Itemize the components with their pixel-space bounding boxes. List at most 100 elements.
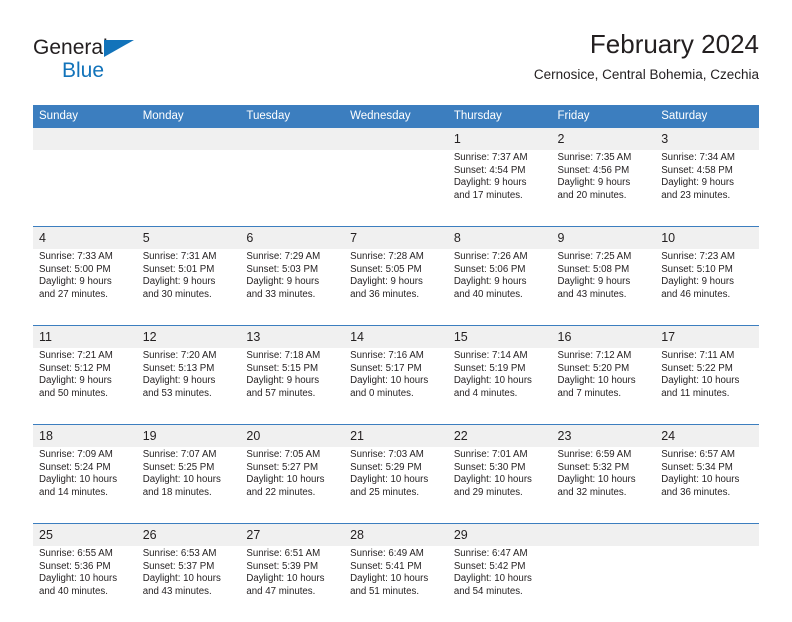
day-number-cell[interactable]: 4: [33, 227, 137, 249]
day-number-cell[interactable]: 7: [344, 227, 448, 249]
day-detail-cell[interactable]: Sunrise: 6:55 AM Sunset: 5:36 PM Daylight:…: [33, 546, 137, 612]
day-detail-cell[interactable]: Sunrise: 7:26 AM Sunset: 5:06 PM Daylight:…: [447, 249, 552, 315]
day-number-cell[interactable]: 29: [447, 524, 552, 546]
sunrise-text: Sunrise: 7:20 AM: [142, 350, 217, 361]
day-detail-cell[interactable]: Sunrise: 7:03 AM Sunset: 5:29 PM Daylight:…: [344, 447, 448, 513]
day-detail-cell[interactable]: Sunrise: 7:05 AM Sunset: 5:27 PM Daylight:…: [240, 447, 345, 513]
daylight-text-line1: Daylight: 10 hours: [246, 573, 325, 585]
sunset-text: Sunset: 5:19 PM: [453, 362, 526, 374]
sunrise-text: Sunrise: 6:47 AM: [453, 548, 528, 559]
brand-logo[interactable]: General Blue: [33, 36, 233, 92]
day-number-cell[interactable]: 16: [551, 326, 656, 348]
day-number-cell[interactable]: 6: [240, 227, 345, 249]
day-detail-cell[interactable]: Sunrise: 6:51 AM Sunset: 5:39 PM Daylight:…: [240, 546, 345, 612]
daylight-text-line1: Daylight: 9 hours: [557, 276, 631, 288]
day-detail-cell[interactable]: Sunrise: 7:35 AM Sunset: 4:56 PM Daylight:…: [551, 150, 656, 216]
day-detail-cell[interactable]: Sunrise: 7:20 AM Sunset: 5:13 PM Daylight:…: [136, 348, 241, 414]
title-block: February 2024 Cernosice, Central Bohemia…: [534, 28, 759, 85]
day-number-cell[interactable]: 12: [136, 326, 241, 348]
sunrise-text: Sunrise: 7:34 AM: [661, 152, 735, 163]
sunset-text: Sunset: 5:32 PM: [557, 461, 630, 473]
daylight-text-line1: Daylight: 10 hours: [557, 474, 636, 486]
day-detail-row: Sunrise: 6:55 AM Sunset: 5:36 PM Daylight:…: [33, 546, 759, 612]
day-number-cell[interactable]: 25: [33, 524, 137, 546]
day-detail-cell[interactable]: Sunrise: 7:01 AM Sunset: 5:30 PM Daylight:…: [447, 447, 552, 513]
sunset-text: Sunset: 5:10 PM: [661, 263, 733, 275]
day-detail-cell[interactable]: Sunrise: 6:47 AM Sunset: 5:42 PM Daylight:…: [447, 546, 552, 612]
day-detail-cell[interactable]: Sunrise: 7:07 AM Sunset: 5:25 PM Daylight:…: [136, 447, 241, 513]
week-spacer-cell: [33, 612, 759, 622]
day-number-cell[interactable]: 20: [240, 425, 345, 447]
day-number-cell[interactable]: 8: [447, 227, 552, 249]
day-number-cell[interactable]: 26: [136, 524, 241, 546]
day-detail-cell[interactable]: Sunrise: 7:18 AM Sunset: 5:15 PM Daylight:…: [240, 348, 345, 414]
page-header: General Blue February 2024 Cernosice, Ce…: [33, 28, 759, 96]
daylight-text-line1: Daylight: 10 hours: [453, 474, 532, 486]
daylight-text-line1: Daylight: 10 hours: [246, 474, 325, 486]
daylight-text-line1: Daylight: 10 hours: [350, 573, 429, 585]
day-number-cell[interactable]: 24: [655, 425, 759, 447]
day-detail-cell[interactable]: Sunrise: 7:11 AM Sunset: 5:22 PM Daylight:…: [655, 348, 759, 414]
day-number-cell[interactable]: 17: [655, 326, 759, 348]
weekday-header-sunday: Sunday: [33, 105, 137, 128]
day-number-cell[interactable]: 11: [33, 326, 137, 348]
day-detail-cell-empty: [655, 546, 759, 612]
daylight-text-line1: Daylight: 9 hours: [246, 276, 320, 288]
day-number-cell[interactable]: 14: [344, 326, 448, 348]
week-spacer-cell: [33, 513, 759, 523]
day-detail-cell[interactable]: Sunrise: 7:31 AM Sunset: 5:01 PM Daylight:…: [136, 249, 241, 315]
day-detail-cell[interactable]: Sunrise: 6:49 AM Sunset: 5:41 PM Daylight:…: [344, 546, 448, 612]
day-number-cell[interactable]: 27: [240, 524, 345, 546]
daylight-text-line1: Daylight: 9 hours: [453, 276, 527, 288]
day-number-cell[interactable]: 10: [655, 227, 759, 249]
sunset-text: Sunset: 5:22 PM: [661, 362, 733, 374]
daylight-text-line1: Daylight: 9 hours: [142, 375, 216, 387]
day-number-cell[interactable]: 19: [136, 425, 241, 447]
day-number-cell[interactable]: 18: [33, 425, 137, 447]
day-detail-cell[interactable]: Sunrise: 7:25 AM Sunset: 5:08 PM Daylight:…: [551, 249, 656, 315]
day-detail-cell[interactable]: Sunrise: 7:29 AM Sunset: 5:03 PM Daylight:…: [240, 249, 345, 315]
day-detail-cell[interactable]: Sunrise: 6:57 AM Sunset: 5:34 PM Daylight:…: [655, 447, 759, 513]
day-number-cell[interactable]: 5: [136, 227, 241, 249]
day-detail-cell[interactable]: Sunrise: 6:59 AM Sunset: 5:32 PM Daylight:…: [551, 447, 656, 513]
day-detail-cell[interactable]: Sunrise: 7:33 AM Sunset: 5:00 PM Daylight:…: [33, 249, 137, 315]
sunrise-text: Sunrise: 7:25 AM: [557, 251, 632, 262]
daylight-text-line2: and 46 minutes.: [661, 288, 731, 300]
day-detail-cell[interactable]: Sunrise: 7:23 AM Sunset: 5:10 PM Daylight:…: [655, 249, 759, 315]
day-number-cell[interactable]: 23: [551, 425, 656, 447]
day-detail-cell[interactable]: Sunrise: 7:34 AM Sunset: 4:58 PM Daylight:…: [655, 150, 759, 216]
day-number-row: 25 26 27 28 29: [33, 524, 759, 546]
day-detail-cell-empty: [240, 150, 345, 216]
day-number-cell[interactable]: 21: [344, 425, 448, 447]
day-detail-cell-empty: [551, 546, 656, 612]
sunset-text: Sunset: 5:00 PM: [39, 263, 111, 275]
day-detail-cell[interactable]: Sunrise: 7:09 AM Sunset: 5:24 PM Daylight:…: [33, 447, 137, 513]
day-number-cell[interactable]: 28: [344, 524, 448, 546]
day-number-cell[interactable]: 3: [655, 128, 759, 150]
day-number-cell[interactable]: 1: [447, 128, 552, 150]
day-detail-cell[interactable]: Sunrise: 7:14 AM Sunset: 5:19 PM Daylight:…: [447, 348, 552, 414]
week-spacer: [33, 612, 759, 622]
day-detail-cell[interactable]: Sunrise: 6:53 AM Sunset: 5:37 PM Daylight:…: [136, 546, 241, 612]
daylight-text-line2: and 20 minutes.: [557, 189, 627, 201]
day-detail-cell[interactable]: Sunrise: 7:12 AM Sunset: 5:20 PM Daylight:…: [551, 348, 656, 414]
day-detail-cell[interactable]: Sunrise: 7:16 AM Sunset: 5:17 PM Daylight:…: [344, 348, 448, 414]
brand-name-blue: Blue: [62, 59, 105, 82]
day-number-cell[interactable]: 13: [240, 326, 345, 348]
day-detail-cell-empty: [33, 150, 137, 216]
weekday-header-wednesday: Wednesday: [344, 105, 448, 128]
day-number-cell[interactable]: 2: [551, 128, 656, 150]
day-detail-cell[interactable]: Sunrise: 7:37 AM Sunset: 4:54 PM Daylight:…: [447, 150, 552, 216]
sunrise-text: Sunrise: 7:01 AM: [453, 449, 528, 460]
daylight-text-line2: and 7 minutes.: [557, 387, 622, 399]
sunset-text: Sunset: 5:36 PM: [39, 560, 111, 572]
day-number-cell[interactable]: 15: [447, 326, 552, 348]
sunset-text: Sunset: 5:17 PM: [350, 362, 422, 374]
page-title: February 2024: [589, 29, 759, 59]
day-number-cell[interactable]: 9: [551, 227, 656, 249]
day-number-cell[interactable]: 22: [447, 425, 552, 447]
day-number-cell-empty: [344, 128, 448, 150]
day-detail-cell[interactable]: Sunrise: 7:28 AM Sunset: 5:05 PM Daylight:…: [344, 249, 448, 315]
week-spacer: [33, 414, 759, 424]
day-detail-cell[interactable]: Sunrise: 7:21 AM Sunset: 5:12 PM Daylight:…: [33, 348, 137, 414]
